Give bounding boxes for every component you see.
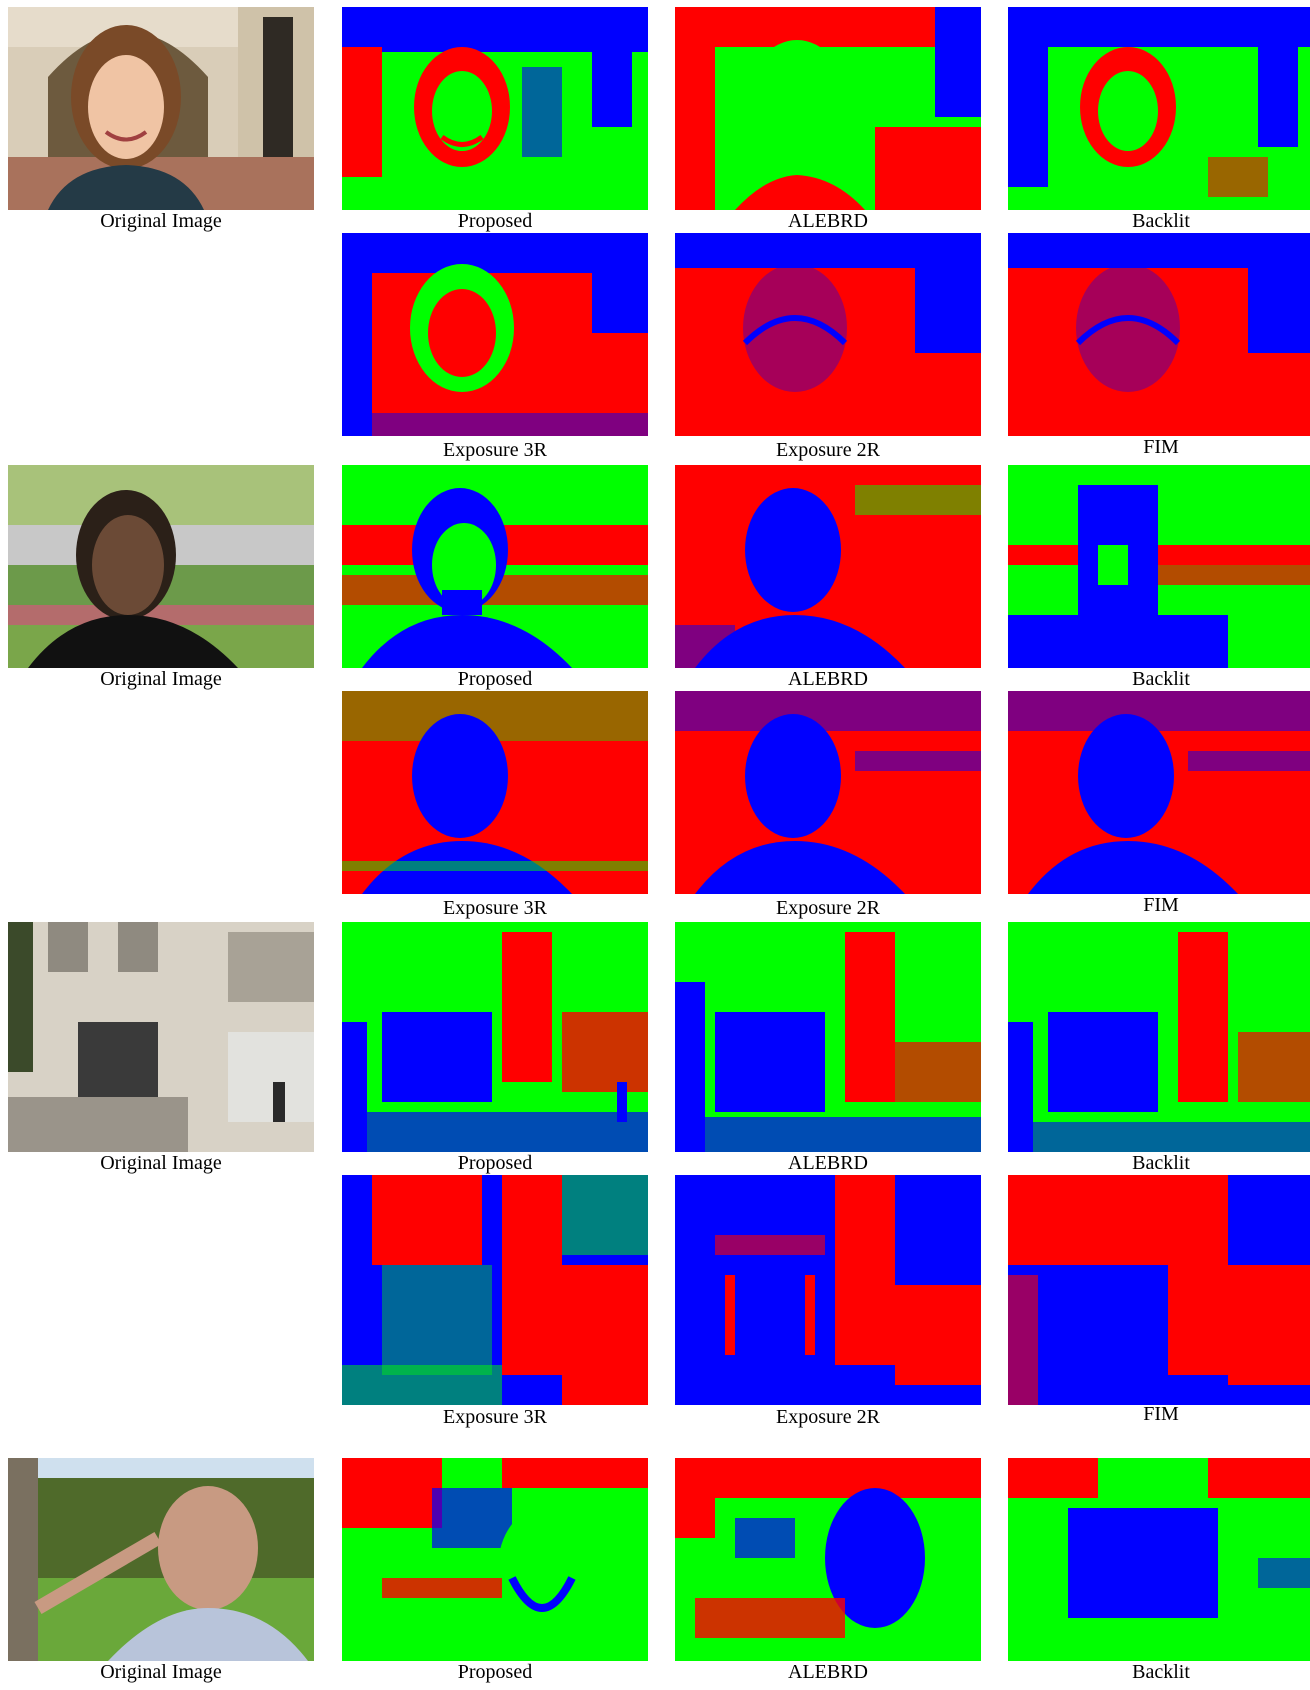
segmentation-map-exposure-3r	[342, 1175, 648, 1405]
segmentation-map-exposure-2r	[675, 691, 981, 894]
caption-backlit: Backlit	[1132, 668, 1190, 690]
segmentation-map-fim	[1008, 691, 1310, 894]
caption-exposure-2r: Exposure 2R	[776, 439, 880, 461]
segmentation-map-backlit	[1008, 7, 1310, 210]
segmentation-map-exposure-2r	[675, 1175, 981, 1405]
caption-alebrd: ALEBRD	[788, 1661, 868, 1683]
caption-fim: FIM	[1143, 894, 1179, 916]
caption-alebrd: ALEBRD	[788, 210, 868, 232]
original-image-woman	[8, 7, 314, 210]
segmentation-map-backlit	[1008, 465, 1310, 668]
segmentation-map-backlit	[1008, 1458, 1310, 1661]
caption-exposure-3r: Exposure 3R	[443, 897, 547, 919]
caption-proposed: Proposed	[457, 668, 533, 690]
caption-proposed: Proposed	[457, 1661, 533, 1683]
caption-backlit: Backlit	[1132, 1152, 1190, 1174]
caption-fim: FIM	[1143, 1403, 1179, 1425]
caption-exposure-3r: Exposure 3R	[443, 439, 547, 461]
segmentation-map-proposed	[342, 1458, 648, 1661]
caption-proposed: Proposed	[457, 210, 533, 232]
caption-alebrd: ALEBRD	[788, 1152, 868, 1174]
segmentation-map-alebrd	[675, 922, 981, 1152]
caption-original-image: Original Image	[100, 1661, 222, 1683]
segmentation-map-proposed	[342, 465, 648, 668]
segmentation-map-exposure-2r	[675, 233, 981, 436]
segmentation-map-alebrd	[675, 7, 981, 210]
segmentation-map-exposure-3r	[342, 233, 648, 436]
caption-original-image: Original Image	[100, 210, 222, 232]
segmentation-map-fim	[1008, 1175, 1310, 1405]
caption-proposed: Proposed	[457, 1152, 533, 1174]
caption-exposure-2r: Exposure 2R	[776, 897, 880, 919]
segmentation-map-proposed	[342, 922, 648, 1152]
caption-backlit: Backlit	[1132, 210, 1190, 232]
caption-backlit: Backlit	[1132, 1661, 1190, 1683]
segmentation-map-alebrd	[675, 1458, 981, 1661]
caption-alebrd: ALEBRD	[788, 668, 868, 690]
original-image-building	[8, 922, 314, 1152]
original-image-man-pointing	[8, 1458, 314, 1661]
caption-fim: FIM	[1143, 436, 1179, 458]
caption-original-image: Original Image	[100, 1152, 222, 1174]
segmentation-map-proposed	[342, 7, 648, 210]
segmentation-map-exposure-3r	[342, 691, 648, 894]
segmentation-map-backlit	[1008, 922, 1310, 1152]
caption-exposure-2r: Exposure 2R	[776, 1406, 880, 1428]
segmentation-map-alebrd	[675, 465, 981, 668]
segmentation-map-fim	[1008, 233, 1310, 436]
original-image-man-parking	[8, 465, 314, 668]
caption-original-image: Original Image	[100, 668, 222, 690]
caption-exposure-3r: Exposure 3R	[443, 1406, 547, 1428]
